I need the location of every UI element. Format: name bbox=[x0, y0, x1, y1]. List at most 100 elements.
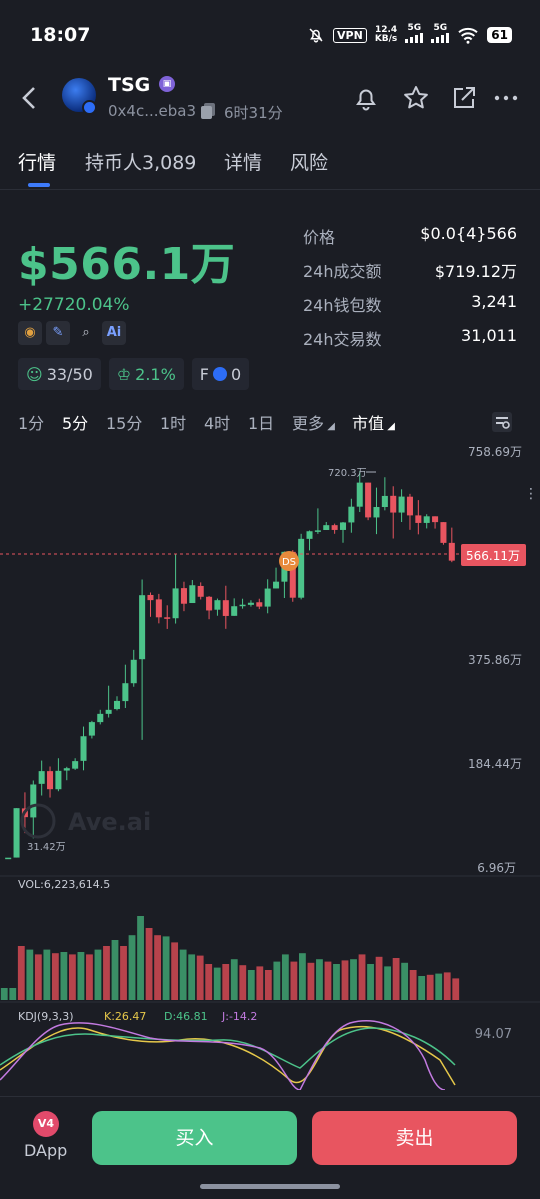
volume-bar bbox=[128, 935, 136, 1000]
dapp-icon[interactable]: V4 bbox=[33, 1111, 59, 1137]
tab-holders[interactable]: 持币人3,089 bbox=[85, 148, 196, 175]
kdj-k-value: K:26.47 bbox=[104, 1010, 146, 1023]
signal-1: 5G bbox=[405, 24, 424, 46]
interval-bar: 1分 5分 15分 1时 4时 1日 更多 ◢ 市值 ◢ bbox=[18, 410, 522, 434]
kdj-top-label: 94.07 bbox=[475, 1027, 512, 1042]
interval-4h[interactable]: 4时 bbox=[204, 410, 230, 434]
token-age: 6时31分 bbox=[224, 104, 283, 122]
tab-bar: 行情 持币人3,089 详情 风险 bbox=[0, 140, 540, 190]
net-speed: 12.4 KB/s bbox=[375, 26, 397, 44]
bottom-bar: V4 DApp 买入 卖出 bbox=[0, 1096, 540, 1199]
feather-icon[interactable]: ✎ bbox=[46, 321, 70, 345]
candle-body bbox=[323, 525, 330, 530]
interval-1d[interactable]: 1日 bbox=[248, 410, 274, 434]
candle-body bbox=[273, 581, 280, 589]
volume-bar bbox=[188, 954, 196, 1000]
candle-body bbox=[147, 594, 154, 601]
stat-value: 3,241 bbox=[471, 292, 517, 311]
ai-icon[interactable]: Ai bbox=[102, 321, 126, 345]
candle-body bbox=[339, 522, 347, 530]
candle-body bbox=[432, 516, 439, 523]
interval-15m[interactable]: 15分 bbox=[106, 410, 142, 434]
search-icon[interactable]: ⌕ bbox=[74, 321, 98, 345]
volume-bar bbox=[51, 953, 59, 1000]
volume-bar bbox=[205, 964, 213, 1000]
candle-body bbox=[5, 857, 12, 860]
sell-button[interactable]: 卖出 bbox=[312, 1111, 517, 1165]
chart-more-icon[interactable]: ⋮ bbox=[524, 486, 538, 502]
volume-bar bbox=[435, 973, 443, 1000]
volume-bar bbox=[26, 949, 34, 1000]
volume-bar bbox=[111, 940, 119, 1000]
volume-bar bbox=[350, 959, 357, 1000]
candle-body bbox=[13, 808, 20, 858]
coins-icon[interactable]: ◉ bbox=[18, 321, 42, 345]
candle-body bbox=[164, 617, 171, 619]
volume-bar bbox=[358, 954, 366, 1000]
bell-icon[interactable] bbox=[352, 84, 380, 112]
volume-bar bbox=[307, 962, 315, 1000]
candle-body bbox=[314, 530, 321, 532]
volume-bar bbox=[34, 954, 42, 1000]
copy-icon[interactable] bbox=[200, 102, 216, 120]
wifi-icon bbox=[458, 27, 478, 44]
candle-body bbox=[306, 531, 313, 539]
interval-1h[interactable]: 1时 bbox=[160, 410, 186, 434]
candle-body bbox=[139, 595, 146, 660]
share-icon[interactable] bbox=[450, 84, 478, 112]
volume-bar bbox=[273, 961, 281, 1000]
candle-body bbox=[105, 709, 112, 714]
dapp-label[interactable]: DApp bbox=[24, 1141, 67, 1160]
volume-bar bbox=[9, 988, 17, 1000]
kdj-d-line bbox=[0, 1027, 456, 1069]
star-icon[interactable] bbox=[402, 84, 430, 112]
volume-bar bbox=[324, 961, 332, 1000]
volume-bar bbox=[264, 970, 272, 1000]
interval-1m[interactable]: 1分 bbox=[18, 410, 44, 434]
interval-5m[interactable]: 5分 bbox=[62, 410, 88, 434]
candle-body bbox=[440, 522, 447, 543]
y-tick-label: 6.96万 bbox=[477, 861, 516, 875]
tool-icons: ◉ ✎ ⌕ Ai bbox=[18, 321, 126, 345]
f-chip-value: 0 bbox=[231, 364, 242, 384]
back-arrow-icon[interactable] bbox=[18, 84, 42, 112]
signal-2-label: 5G bbox=[433, 23, 448, 33]
stat-wallets: 24h钱包数 3,241 bbox=[303, 292, 517, 316]
f-chip[interactable]: F0 bbox=[191, 358, 250, 390]
f-chip-label: F bbox=[199, 364, 209, 384]
more-icon[interactable] bbox=[492, 84, 520, 112]
status-time: 18:07 bbox=[30, 24, 91, 46]
dropdown-arrow-icon: ◢ bbox=[324, 421, 335, 432]
volume-bar bbox=[230, 959, 238, 1000]
ds-marker-label: DS bbox=[282, 557, 296, 568]
interval-mcap[interactable]: 市值 ◢ bbox=[352, 410, 395, 434]
buy-button[interactable]: 买入 bbox=[92, 1111, 297, 1165]
top-chip[interactable]: ♔ 2.1% bbox=[108, 358, 184, 390]
battery-level: 61 bbox=[487, 27, 512, 43]
volume-bar bbox=[290, 961, 298, 1000]
volume-bar bbox=[392, 958, 400, 1000]
status-icons: VPN 12.4 KB/s 5G 5G 61 bbox=[307, 24, 512, 46]
volume-bar bbox=[162, 936, 170, 1000]
volume-bar bbox=[384, 966, 391, 1000]
stat-price: 价格 $0.0{4}566 bbox=[303, 224, 517, 248]
signal-2: 5G bbox=[431, 23, 450, 46]
volume-bar bbox=[341, 960, 349, 1000]
volume-bar bbox=[299, 953, 306, 1000]
tab-market[interactable]: 行情 bbox=[18, 148, 56, 175]
candle-body bbox=[155, 599, 162, 618]
interval-more[interactable]: 更多 ◢ bbox=[292, 410, 335, 434]
top-chip-value: 2.1% bbox=[135, 364, 176, 384]
chart-settings-icon[interactable] bbox=[490, 410, 514, 434]
candle-body bbox=[197, 585, 204, 597]
volume-label: VOL:6,223,614.5 bbox=[18, 878, 110, 891]
chain-icon bbox=[213, 367, 227, 381]
volume-bar bbox=[452, 978, 460, 1000]
tab-details[interactable]: 详情 bbox=[224, 148, 262, 175]
tab-risk[interactable]: 风险 bbox=[290, 148, 328, 175]
candlestick-chart[interactable]: 566.11万 758.69万 375.86万 184.44万 6.96万 72… bbox=[0, 440, 540, 1090]
watermark-logo bbox=[20, 803, 56, 839]
low-marker-label: 31.42万 bbox=[27, 842, 66, 853]
market-cap-value: $566.1万 bbox=[18, 239, 236, 290]
holders-chip[interactable]: ☺ 33/50 bbox=[18, 358, 101, 390]
